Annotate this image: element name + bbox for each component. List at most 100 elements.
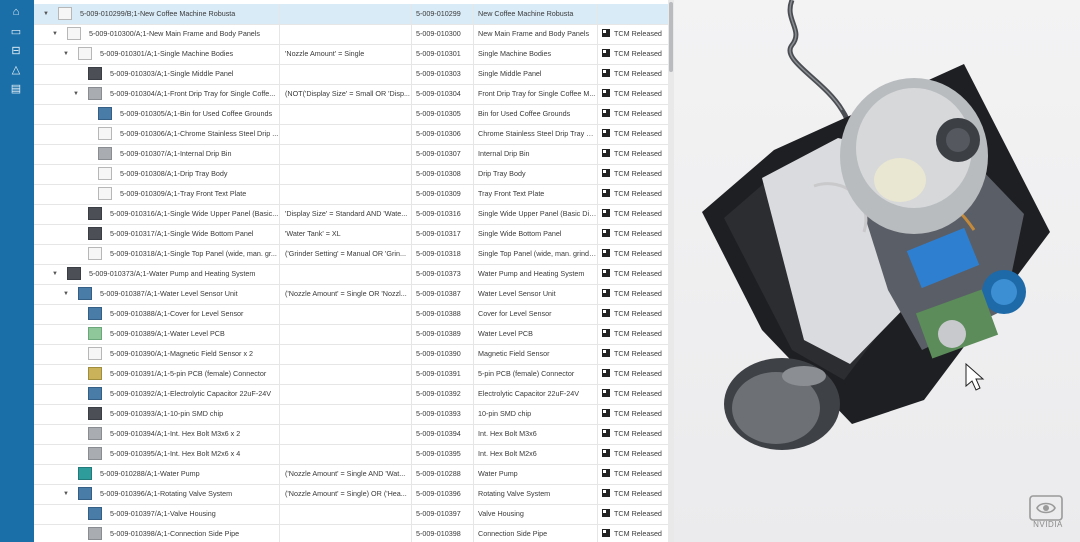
coffee-machine-model[interactable] (674, 0, 1080, 542)
collapse-toggle[interactable]: ▼ (62, 44, 70, 64)
collapse-toggle[interactable]: ▼ (62, 284, 70, 304)
part-thumbnail (67, 267, 81, 280)
collapse-toggle[interactable]: ▼ (42, 4, 50, 24)
part-name: 5-009-010316/A;1-Single Wide Upper Panel… (110, 209, 279, 218)
inbox-icon[interactable]: ⊟ (10, 45, 22, 57)
status-cell: TCM Released (598, 124, 668, 144)
part-number-cell: 5-009-010318 (412, 244, 474, 264)
status-icon (602, 489, 610, 497)
effectivity-cell (280, 124, 412, 144)
home-icon[interactable]: ⌂ (10, 6, 22, 18)
effectivity-cell (280, 324, 412, 344)
part-number-cell: 5-009-010391 (412, 364, 474, 384)
table-row[interactable]: 5-009-010393/A;1-10-pin SMD chip 5-009-0… (34, 404, 668, 425)
collapse-toggle[interactable]: ▼ (72, 84, 80, 104)
effectivity-cell: (NOT('Display Size' = Small OR 'Disp... (280, 84, 412, 104)
title-cell: Connection Side Pipe (474, 524, 598, 542)
effectivity-cell: 'Display Size' = Standard AND 'Wate... (280, 204, 412, 224)
capacitor (938, 320, 966, 348)
table-row[interactable]: ▼ 5-009-010373/A;1-Water Pump and Heatin… (34, 264, 668, 285)
effectivity-cell (280, 424, 412, 444)
effectivity-cell (280, 24, 412, 44)
collapse-toggle[interactable]: ▼ (51, 24, 59, 44)
part-number-cell: 5-009-010303 (412, 64, 474, 84)
left-toolbar: ⌂ ▭ ⊟ △ ▤ (0, 0, 34, 542)
effectivity-cell (280, 164, 412, 184)
table-row[interactable]: 5-009-010288/A;1-Water Pump ('Nozzle Amo… (34, 464, 668, 485)
status-icon (602, 409, 610, 417)
title-cell: 10-pin SMD chip (474, 404, 598, 424)
effectivity-cell (280, 304, 412, 324)
table-row[interactable]: 5-009-010303/A;1-Single Middle Panel 5-0… (34, 64, 668, 85)
title-cell: Single Machine Bodies (474, 44, 598, 64)
table-row[interactable]: 5-009-010309/A;1-Tray Front Text Plate 5… (34, 184, 668, 205)
effectivity-cell: 'Water Tank' = XL (280, 224, 412, 244)
table-row[interactable]: 5-009-010392/A;1-Electrolytic Capacitor … (34, 384, 668, 405)
part-name: 5-009-010304/A;1-Front Drip Tray for Sin… (110, 89, 276, 98)
folder-icon[interactable]: ▭ (10, 26, 22, 38)
table-row[interactable]: ▼ 5-009-010387/A;1-Water Level Sensor Un… (34, 284, 668, 305)
scrollbar-thumb[interactable] (669, 2, 673, 72)
table-row[interactable]: 5-009-010397/A;1-Valve Housing 5-009-010… (34, 504, 668, 525)
part-name: 5-009-010394/A;1-Int. Hex Bolt M3x6 x 2 (110, 429, 241, 438)
table-row[interactable]: 5-009-010305/A;1-Bin for Used Coffee Gro… (34, 104, 668, 125)
part-thumbnail (78, 487, 92, 500)
part-thumbnail (88, 227, 102, 240)
document-icon[interactable]: ▤ (10, 83, 22, 95)
part-thumbnail (88, 387, 102, 400)
table-row[interactable]: ▼ 5-009-010396/A;1-Rotating Valve System… (34, 484, 668, 505)
table-row[interactable]: 5-009-010318/A;1-Single Top Panel (wide,… (34, 244, 668, 265)
nvidia-logo-icon (1029, 495, 1063, 521)
part-thumbnail (78, 467, 92, 480)
part-thumbnail (88, 327, 102, 340)
table-row[interactable]: 5-009-010307/A;1-Internal Drip Bin 5-009… (34, 144, 668, 165)
effectivity-cell (280, 144, 412, 164)
table-row[interactable]: ▼ 5-009-010304/A;1-Front Drip Tray for S… (34, 84, 668, 105)
table-row[interactable]: ▼ 5-009-010300/A;1-New Main Frame and Bo… (34, 24, 668, 45)
table-row[interactable]: 5-009-010389/A;1-Water Level PCB 5-009-0… (34, 324, 668, 345)
status-cell: TCM Released (598, 84, 668, 104)
table-row[interactable]: 5-009-010308/A;1-Drip Tray Body 5-009-01… (34, 164, 668, 185)
3d-model-viewer[interactable] (674, 0, 1080, 542)
part-number-cell: 5-009-010373 (412, 264, 474, 284)
status-icon (602, 149, 610, 157)
status-icon (602, 229, 610, 237)
collapse-toggle[interactable]: ▼ (62, 484, 70, 504)
status-cell: TCM Released (598, 364, 668, 384)
table-row[interactable]: 5-009-010391/A;1-5-pin PCB (female) Conn… (34, 364, 668, 385)
part-thumbnail (88, 347, 102, 360)
part-thumbnail (78, 287, 92, 300)
effectivity-cell (280, 384, 412, 404)
table-row[interactable]: 5-009-010398/A;1-Connection Side Pipe 5-… (34, 524, 668, 542)
part-name: 5-009-010391/A;1-5-pin PCB (female) Conn… (110, 369, 267, 378)
table-row[interactable]: ▼ 5-009-010301/A;1-Single Machine Bodies… (34, 44, 668, 65)
part-thumbnail (98, 107, 112, 120)
table-row[interactable]: 5-009-010395/A;1-Int. Hex Bolt M2x6 x 4 … (34, 444, 668, 465)
part-number-cell: 5-009-010394 (412, 424, 474, 444)
collapse-toggle[interactable]: ▼ (51, 264, 59, 284)
status-cell: TCM Released (598, 384, 668, 404)
table-row[interactable]: 5-009-010316/A;1-Single Wide Upper Panel… (34, 204, 668, 225)
status-cell: TCM Released (598, 464, 668, 484)
effectivity-cell: ('Grinder Setting' = Manual OR 'Grin... (280, 244, 412, 264)
part-number-cell: 5-009-010299 (412, 4, 474, 24)
table-row[interactable]: 5-009-010388/A;1-Cover for Level Sensor … (34, 304, 668, 325)
part-name: 5-009-010318/A;1-Single Top Panel (wide,… (110, 249, 277, 258)
part-thumbnail (98, 187, 112, 200)
status-icon (602, 89, 610, 97)
part-number-cell: 5-009-010301 (412, 44, 474, 64)
status-icon (602, 509, 610, 517)
status-cell: TCM Released (598, 304, 668, 324)
part-thumbnail (88, 427, 102, 440)
table-row[interactable]: ▼ 5-009-010299/B;1-New Coffee Machine Ro… (34, 4, 668, 25)
status-icon (602, 529, 610, 537)
effectivity-cell (280, 64, 412, 84)
part-name: 5-009-010395/A;1-Int. Hex Bolt M2x6 x 4 (110, 449, 241, 458)
effectivity-cell (280, 344, 412, 364)
table-row[interactable]: 5-009-010394/A;1-Int. Hex Bolt M3x6 x 2 … (34, 424, 668, 445)
warning-icon[interactable]: △ (10, 64, 22, 76)
table-row[interactable]: 5-009-010306/A;1-Chrome Stainless Steel … (34, 124, 668, 145)
table-row[interactable]: 5-009-010390/A;1-Magnetic Field Sensor x… (34, 344, 668, 365)
table-row[interactable]: 5-009-010317/A;1-Single Wide Bottom Pane… (34, 224, 668, 245)
part-number-cell: 5-009-010389 (412, 324, 474, 344)
